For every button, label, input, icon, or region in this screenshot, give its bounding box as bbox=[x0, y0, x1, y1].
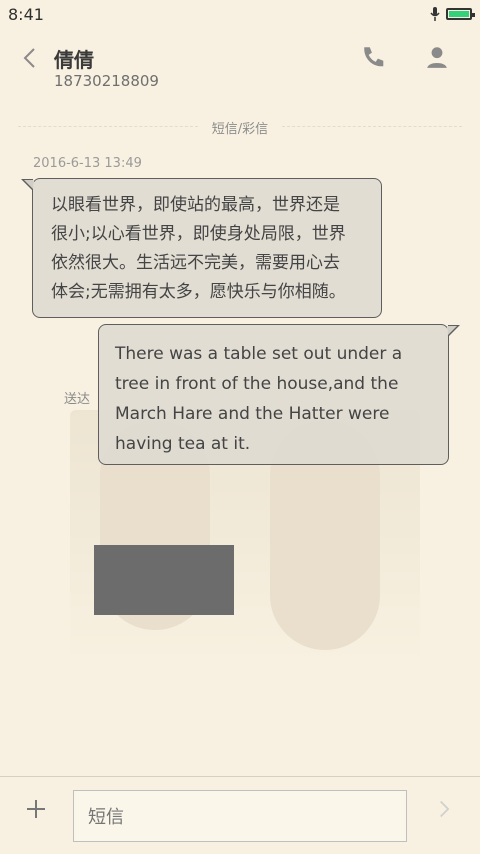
incoming-line: 以眼看世界，即使站的最高，世界还是 bbox=[51, 195, 340, 215]
mic-icon bbox=[430, 7, 440, 21]
send-icon[interactable] bbox=[434, 799, 454, 819]
phone-icon[interactable] bbox=[360, 44, 386, 70]
contact-name: 倩倩 bbox=[54, 48, 94, 72]
status-time: 8:41 bbox=[8, 4, 44, 24]
contact-icon[interactable] bbox=[424, 44, 450, 70]
battery-icon bbox=[446, 8, 475, 20]
outgoing-line: There was a table set out under a bbox=[115, 344, 403, 364]
wallpaper-placard bbox=[94, 545, 234, 615]
add-icon[interactable] bbox=[24, 797, 48, 821]
outgoing-message-bubble[interactable]: There was a table set out under a tree i… bbox=[98, 324, 460, 465]
incoming-line: 依然很大。生活远不完美，需要用心去 bbox=[51, 253, 340, 273]
status-icons bbox=[430, 6, 475, 22]
message-input[interactable] bbox=[86, 791, 398, 843]
back-icon[interactable] bbox=[18, 46, 42, 70]
incoming-line: 很小;以心看世界，即使身处局限，世界 bbox=[51, 224, 346, 244]
section-label: 短信/彩信 bbox=[211, 122, 269, 137]
outgoing-line: March Hare and the Hatter were bbox=[115, 404, 390, 424]
message-timestamp: 2016-6-13 13:49 bbox=[33, 156, 142, 171]
status-bar: 8:41 bbox=[0, 0, 480, 28]
outgoing-line: tree in front of the house,and the bbox=[115, 374, 399, 394]
incoming-line: 体会;无需拥有太多，愿快乐与你相随。 bbox=[51, 282, 346, 302]
composer-bar bbox=[0, 776, 480, 854]
outgoing-line: having tea at it. bbox=[115, 434, 251, 454]
phone-number: 18730218809 bbox=[54, 72, 159, 90]
message-input-box[interactable] bbox=[73, 790, 407, 843]
incoming-message-bubble[interactable]: 以眼看世界，即使站的最高，世界还是 很小;以心看世界，即使身处局限，世界 依然很… bbox=[21, 178, 382, 318]
chat-header: 倩倩 18730218809 bbox=[0, 28, 480, 108]
divider-right bbox=[282, 126, 462, 127]
delivery-status: 送达 bbox=[64, 392, 91, 407]
